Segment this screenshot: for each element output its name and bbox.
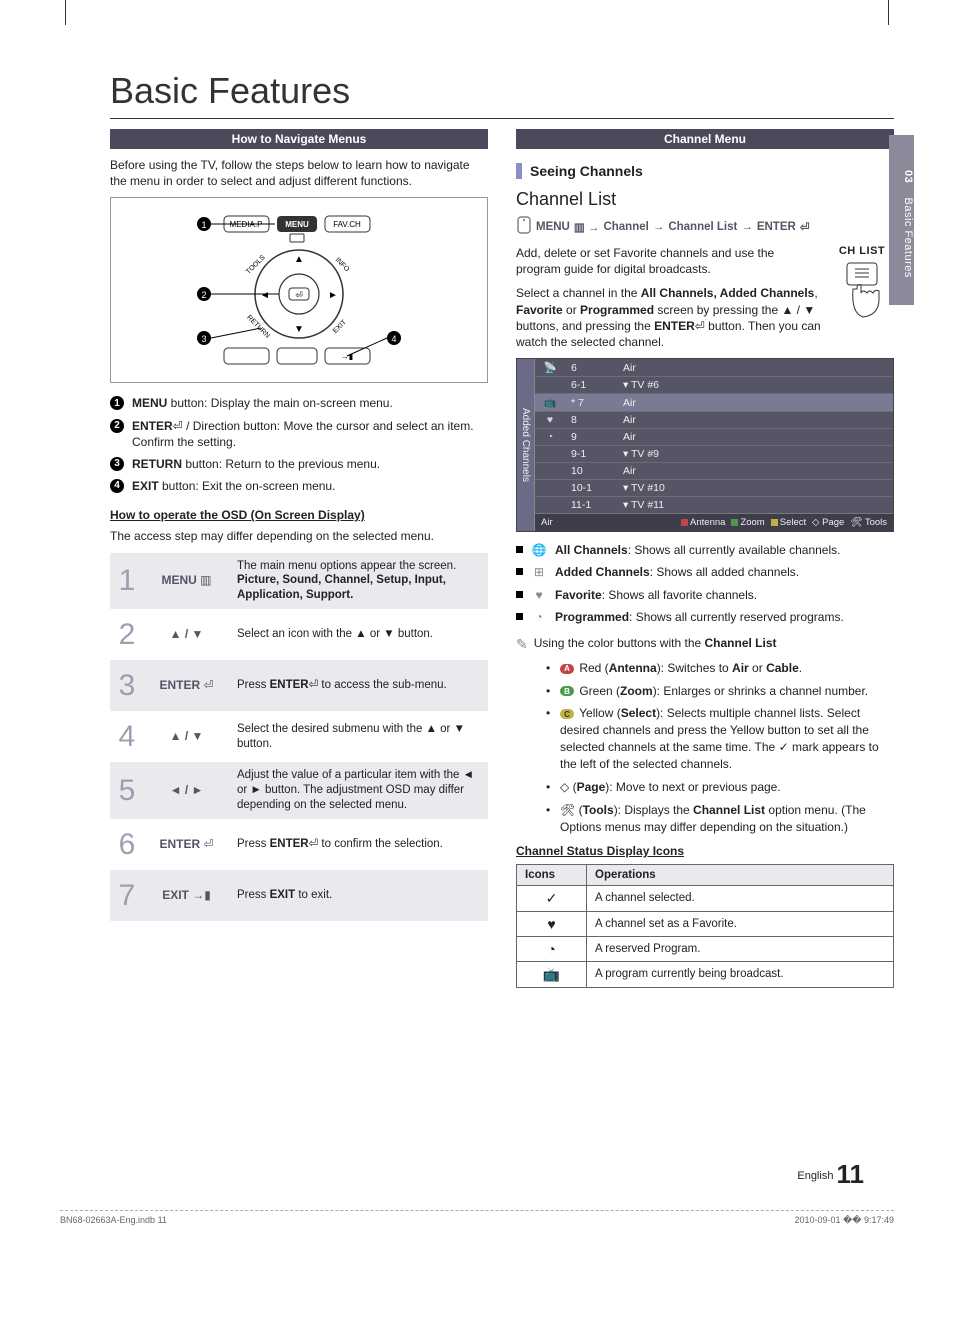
svg-text:MENU: MENU xyxy=(285,220,309,229)
color-button-item: ◇ (Page): Move to next or previous page. xyxy=(546,779,894,796)
channel-panel-tab: Added Channels xyxy=(517,359,535,531)
status-row: ♥A channel set as a Favorite. xyxy=(517,911,894,936)
right-band: Channel Menu xyxy=(516,129,894,149)
svg-text:FAV.CH: FAV.CH xyxy=(333,220,361,229)
channel-row: 10Air xyxy=(535,462,893,479)
channel-type-item: ⊞Added Channels: Shows all added channel… xyxy=(516,564,894,580)
channel-row: 📺* 7Air xyxy=(535,393,893,411)
osd-table: 1 MENU ▥ The main menu options appear th… xyxy=(110,553,488,922)
color-button-item: A Red (Antenna): Switches to Air or Cabl… xyxy=(546,660,894,677)
channel-row: ◔9Air xyxy=(535,428,893,445)
callout-num: 2 xyxy=(110,419,124,433)
left-band: How to Navigate Menus xyxy=(110,129,488,149)
svg-text:▲: ▲ xyxy=(294,254,304,265)
footer: BN68-02663A-Eng.indb 11 2010-09-01 �� 9:… xyxy=(60,1210,894,1226)
color-button-item: 🛠 (Tools): Displays the Channel List opt… xyxy=(546,802,894,836)
svg-text:4: 4 xyxy=(391,334,396,344)
osd-row: 1 MENU ▥ The main menu options appear th… xyxy=(110,553,488,610)
page-number: English 11 xyxy=(797,1159,864,1190)
callout-item: 1 MENU button: Display the main on-scree… xyxy=(110,395,488,411)
svg-text:2: 2 xyxy=(201,290,206,300)
status-row: ◔A reserved Program. xyxy=(517,936,894,961)
osd-row: 6 ENTER ⏎ Press ENTER⏎ to confirm the se… xyxy=(110,819,488,870)
callout-item: 4 EXIT button: Exit the on-screen menu. xyxy=(110,478,488,494)
osd-row: 4 ▲ / ▼ Select the desired submenu with … xyxy=(110,711,488,762)
page: 03 Basic Features Basic Features How to … xyxy=(0,0,954,1250)
channel-row: 📡6Air xyxy=(535,359,893,376)
color-buttons-list: A Red (Antenna): Switches to Air or Cabl… xyxy=(546,660,894,836)
status-heading: Channel Status Display Icons xyxy=(516,844,894,858)
note-icon: ✎ xyxy=(516,635,528,654)
osd-row: 7 EXIT →▮ Press EXIT to exit. xyxy=(110,870,488,921)
left-column: How to Navigate Menus Before using the T… xyxy=(110,129,488,988)
remote-icon xyxy=(516,216,532,237)
callout-num: 3 xyxy=(110,457,124,471)
remote-svg: MEDIA.P MENU FAV.CH ▲ ▼ ◄ ► ⏎ TO xyxy=(169,210,429,370)
channel-panel: Added Channels 📡6Air6-1▾ TV #6📺* 7Air♥8A… xyxy=(516,358,894,532)
channel-type-item: 🌐All Channels: Shows all currently avail… xyxy=(516,542,894,558)
osd-row: 3 ENTER ⏎ Press ENTER⏎ to access the sub… xyxy=(110,660,488,711)
channel-panel-footer: Air Antenna Zoom Select ◇ Page 🛠 Tools xyxy=(535,513,893,531)
nav-path: MENU▥ → Channel→ Channel List→ ENTER⏎ xyxy=(516,216,894,237)
osd-row: 5 ◄ / ► Adjust the value of a particular… xyxy=(110,762,488,819)
columns: How to Navigate Menus Before using the T… xyxy=(110,129,894,988)
channel-type-item: ♥Favorite: Shows all favorite channels. xyxy=(516,587,894,603)
callout-item: 2 ENTER⏎ / Direction button: Move the cu… xyxy=(110,418,488,450)
channel-panel-body: 📡6Air6-1▾ TV #6📺* 7Air♥8Air◔9Air9-1▾ TV … xyxy=(535,359,893,531)
channel-types-list: 🌐All Channels: Shows all currently avail… xyxy=(516,542,894,625)
channel-row: 10-1▾ TV #10 xyxy=(535,479,893,496)
osd-note: The access step may differ depending on … xyxy=(110,528,488,544)
color-button-item: B Green (Zoom): Enlarges or shrinks a ch… xyxy=(546,683,894,700)
callout-item: 3 RETURN button: Return to the previous … xyxy=(110,456,488,472)
status-row: ✓A channel selected. xyxy=(517,885,894,911)
color-note: ✎ Using the color buttons with the Chann… xyxy=(516,635,894,654)
left-intro: Before using the TV, follow the steps be… xyxy=(110,157,488,189)
status-table: Icons Operations ✓A channel selected.♥A … xyxy=(516,864,894,988)
side-tab-num: 03 xyxy=(902,170,914,183)
channel-row: 9-1▾ TV #9 xyxy=(535,445,893,462)
svg-text:3: 3 xyxy=(201,334,206,344)
channel-type-item: ◔Programmed: Shows all currently reserve… xyxy=(516,609,894,625)
channel-row: 11-1▾ TV #11 xyxy=(535,496,893,513)
right-column: Channel Menu Seeing Channels Channel Lis… xyxy=(516,129,894,988)
channel-row: 6-1▾ TV #6 xyxy=(535,376,893,393)
svg-text:►: ► xyxy=(328,290,338,301)
svg-text:◄: ◄ xyxy=(260,290,270,301)
callout-list: 1 MENU button: Display the main on-scree… xyxy=(110,395,488,494)
channel-list-title: Channel List xyxy=(516,189,894,210)
osd-row: 2 ▲ / ▼ Select an icon with the ▲ or ▼ b… xyxy=(110,609,488,660)
svg-text:→▮: →▮ xyxy=(341,352,353,361)
svg-text:⏎: ⏎ xyxy=(295,290,303,300)
callout-num: 1 xyxy=(110,396,124,410)
color-button-item: C Yellow (Select): Selects multiple chan… xyxy=(546,705,894,772)
hand-remote-icon xyxy=(833,259,891,321)
channel-row: ♥8Air xyxy=(535,411,893,428)
svg-text:1: 1 xyxy=(201,220,206,230)
section-bar-icon xyxy=(516,163,522,179)
svg-text:▼: ▼ xyxy=(294,324,304,335)
side-tab-label: Basic Features xyxy=(902,198,914,278)
page-title: Basic Features xyxy=(110,70,894,119)
side-tab: 03 Basic Features xyxy=(889,135,914,305)
callout-num: 4 xyxy=(110,479,124,493)
osd-heading: How to operate the OSD (On Screen Displa… xyxy=(110,508,488,522)
chlist-graphic: CH LIST xyxy=(830,245,894,324)
section-head: Seeing Channels xyxy=(516,163,894,179)
status-row: 📺A program currently being broadcast. xyxy=(517,961,894,987)
remote-illustration: MEDIA.P MENU FAV.CH ▲ ▼ ◄ ► ⏎ TO xyxy=(110,197,488,383)
